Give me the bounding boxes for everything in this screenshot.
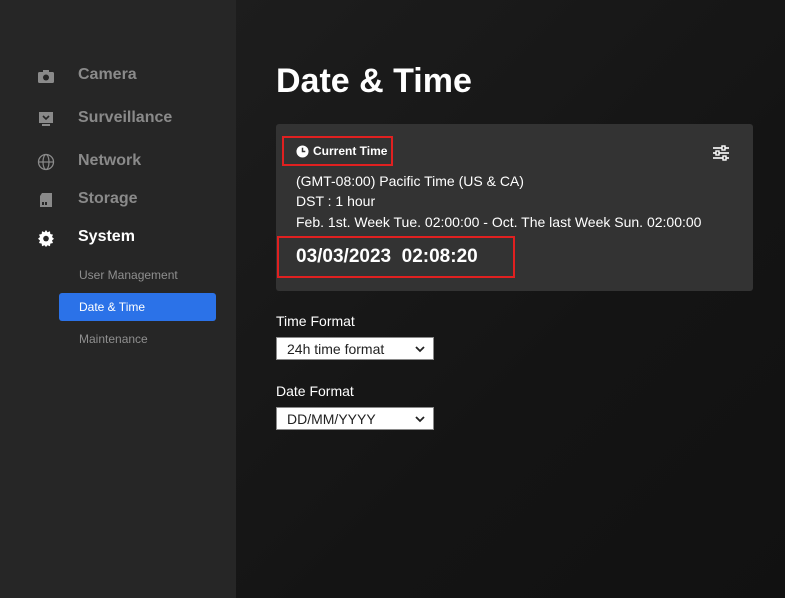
date-format-value: DD/MM/YYYY: [287, 410, 376, 427]
globe-icon: [36, 152, 56, 172]
clock-icon: [296, 144, 309, 158]
time-format-value: 24h time format: [287, 340, 385, 357]
sidebar-item-system[interactable]: System: [36, 226, 226, 250]
page-title: Date & Time: [276, 62, 472, 100]
sidebar-subitem-date-time[interactable]: Date & Time: [59, 293, 216, 321]
sidebar-item-label: Camera: [78, 66, 137, 83]
sidebar-item-camera[interactable]: Camera: [36, 64, 226, 88]
sidebar-item-surveillance[interactable]: Surveillance: [36, 107, 226, 131]
dst-range-text: Feb. 1st. Week Tue. 02:00:00 - Oct. The …: [296, 214, 702, 230]
sidebar-item-label: System: [78, 228, 135, 245]
app: Camera Surveillance Network Storage Syst…: [0, 0, 785, 598]
current-time-value: 03/03/2023 02:08:20: [296, 246, 478, 267]
current-time-card: Current Time (GMT-08:00) Pacific Time (U…: [276, 124, 753, 291]
sidebar-item-label: Storage: [78, 190, 138, 207]
sidebar-item-storage[interactable]: Storage: [36, 188, 226, 212]
chevron-down-icon: [415, 416, 425, 423]
sidebar-subitem-user-management[interactable]: User Management: [59, 261, 216, 289]
date-format-label: Date Format: [276, 383, 354, 399]
settings-sliders-icon[interactable]: [712, 144, 730, 162]
current-time-display: 03/03/2023 02:08:20: [277, 236, 515, 278]
time-format-select[interactable]: 24h time format: [276, 337, 434, 360]
gear-icon: [36, 228, 56, 248]
timezone-text: (GMT-08:00) Pacific Time (US & CA): [296, 173, 524, 189]
sidebar-item-label: Surveillance: [78, 109, 173, 126]
time-format-label: Time Format: [276, 313, 355, 329]
dst-text: DST : 1 hour: [296, 193, 376, 209]
storage-icon: [36, 190, 56, 210]
sidebar: Camera Surveillance Network Storage Syst…: [0, 0, 236, 598]
sidebar-subitem-maintenance[interactable]: Maintenance: [59, 325, 216, 353]
card-header: Current Time: [282, 136, 393, 166]
camera-icon: [36, 66, 56, 86]
monitor-icon: [36, 109, 56, 129]
date-format-select[interactable]: DD/MM/YYYY: [276, 407, 434, 430]
main-content: Date & Time Current Time (GMT-08:00) Pac…: [236, 0, 785, 598]
sidebar-item-label: Network: [78, 152, 142, 169]
chevron-down-icon: [415, 346, 425, 353]
sidebar-item-network[interactable]: Network: [36, 150, 226, 174]
card-title: Current Time: [313, 144, 388, 158]
